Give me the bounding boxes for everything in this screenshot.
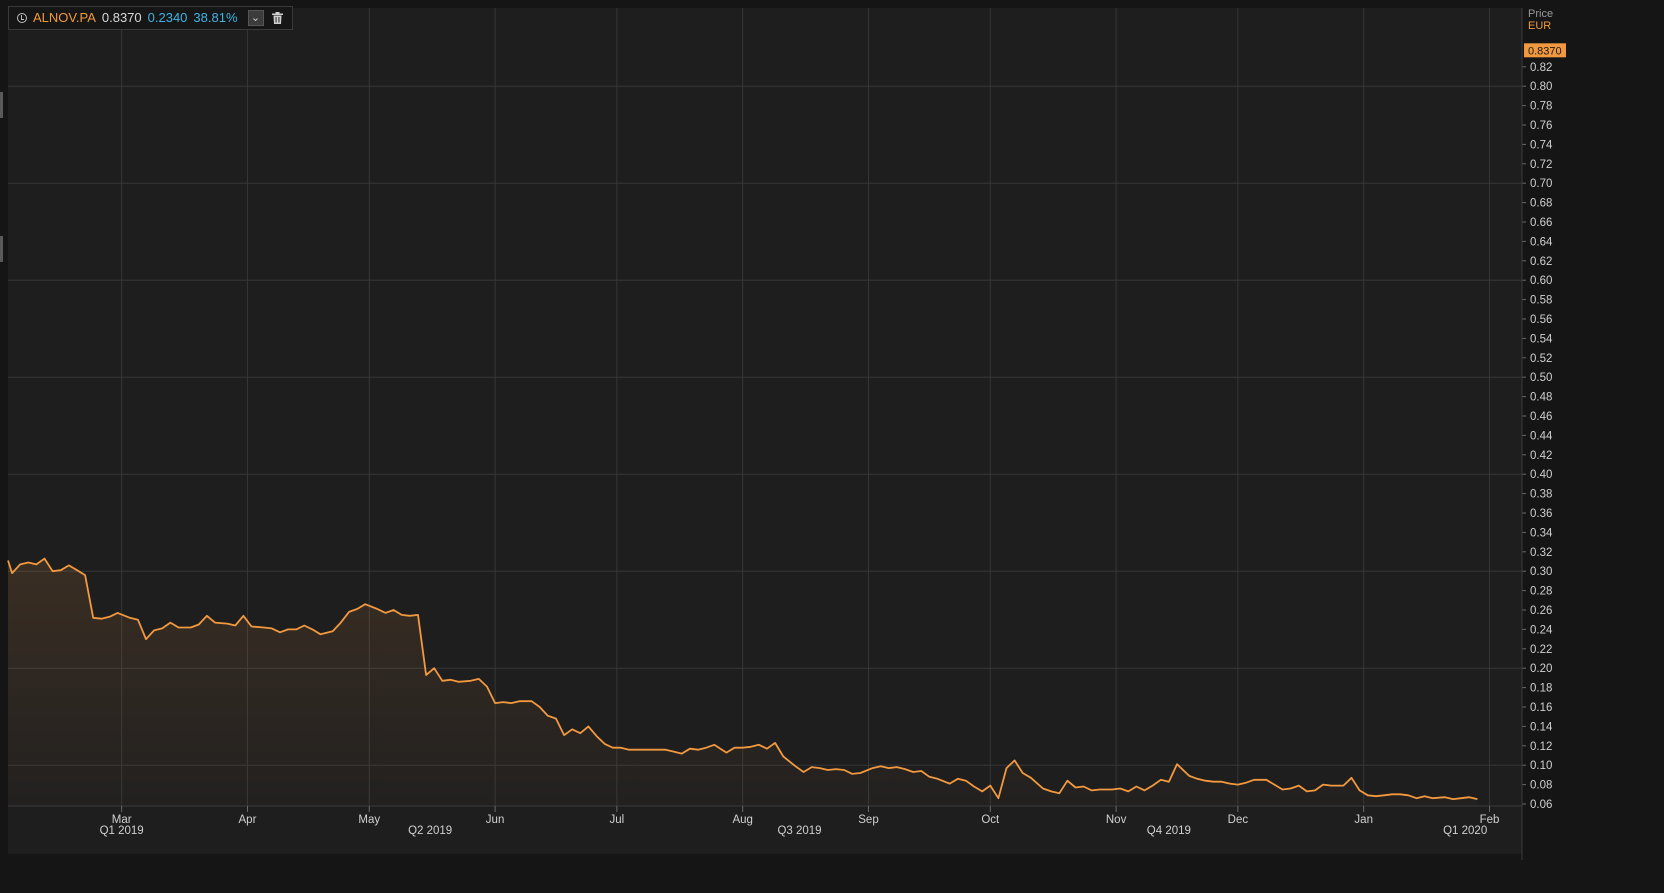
- y-tick-label: 0.24: [1530, 624, 1553, 636]
- y-tick-label: 0.60: [1530, 275, 1552, 287]
- y-tick-label: 0.12: [1530, 741, 1552, 753]
- x-month-label: Aug: [732, 814, 752, 826]
- chevron-down-icon[interactable]: ⌄: [247, 10, 264, 26]
- chart: 0.06 0.08 0.10 0.12 0.14 0.16 0.18 0.20 0.22 0.24…: [0, 0, 1664, 888]
- y-tick-label: 0.18: [1530, 683, 1552, 695]
- y-tick-label: 0.42: [1530, 450, 1552, 462]
- x-month-label: Dec: [1228, 814, 1249, 826]
- y-tick-label: 0.38: [1530, 489, 1552, 501]
- x-quarter-label: Q1 2020: [1443, 825, 1487, 837]
- y-tick-label: 0.34: [1530, 527, 1553, 539]
- y-tick-label: 0.64: [1530, 236, 1553, 248]
- y-tick-label: 0.48: [1530, 392, 1552, 404]
- y-tick-label: 0.14: [1530, 721, 1553, 733]
- y-tick-label: 0.16: [1530, 702, 1552, 714]
- net-change: 0.2340: [147, 10, 188, 25]
- x-month-label: May: [358, 814, 380, 826]
- y-tick-label: 0.06: [1530, 799, 1552, 811]
- y-tick-label: 0.10: [1530, 760, 1552, 772]
- y-tick-label: 0.32: [1530, 547, 1552, 559]
- y-tick-label: 0.82: [1530, 62, 1552, 74]
- x-quarter-label: Q1 2019: [100, 825, 144, 837]
- currency-axis-label: EUR: [1528, 20, 1551, 32]
- last-price: 0.8370: [101, 10, 142, 25]
- y-tick-label: 0.20: [1530, 663, 1552, 675]
- last-price-badge-text: 0.8370: [1528, 45, 1562, 57]
- instrument-ric[interactable]: ALNOV.PA: [33, 7, 96, 29]
- y-tick-label: 0.76: [1530, 120, 1552, 132]
- x-quarter-label: Q2 2019: [408, 825, 452, 837]
- left-scroll-marker[interactable]: [0, 92, 3, 118]
- y-tick-label: 0.36: [1530, 508, 1552, 520]
- y-tick-label: 0.72: [1530, 159, 1552, 171]
- x-month-label: Nov: [1106, 814, 1127, 826]
- y-tick-label: 0.54: [1530, 333, 1553, 345]
- y-tick-label: 0.44: [1530, 430, 1553, 442]
- x-month-label: Jan: [1354, 814, 1373, 826]
- x-month-label: Apr: [239, 814, 257, 826]
- x-quarter-label: Q3 2019: [777, 825, 821, 837]
- y-tick-label: 0.62: [1530, 256, 1552, 268]
- clock-icon[interactable]: [17, 13, 27, 23]
- y-tick-label: 0.78: [1530, 101, 1552, 113]
- y-tick-label: 0.74: [1530, 139, 1553, 151]
- x-month-label: Oct: [981, 814, 1000, 826]
- y-tick-label: 0.70: [1530, 178, 1552, 190]
- y-tick-label: 0.56: [1530, 314, 1552, 326]
- y-tick-label: 0.22: [1530, 644, 1552, 656]
- price-axis-label: Price: [1528, 8, 1553, 20]
- x-month-label: Jun: [486, 814, 505, 826]
- y-tick-label: 0.08: [1530, 780, 1552, 792]
- x-quarter-label: Q4 2019: [1147, 825, 1191, 837]
- x-month-label: Sep: [858, 814, 878, 826]
- instrument-legend: ALNOV.PA 0.8370 0.2340 38.81% ⌄: [8, 6, 293, 30]
- y-tick-label: 0.52: [1530, 353, 1552, 365]
- y-tick-label: 0.30: [1530, 566, 1552, 578]
- chart-svg: 0.06 0.08 0.10 0.12 0.14 0.16 0.18 0.20 0.22 0.24…: [7, 8, 1566, 860]
- y-tick-label: 0.50: [1530, 372, 1552, 384]
- percent-change: 38.81%: [193, 10, 238, 25]
- y-tick-label: 0.46: [1530, 411, 1552, 423]
- left-scroll-marker[interactable]: [0, 236, 3, 262]
- last-price-badge: 0.8370: [1524, 43, 1566, 58]
- y-tick-label: 0.58: [1530, 295, 1552, 307]
- y-tick-label: 0.28: [1530, 586, 1552, 598]
- trash-icon[interactable]: [270, 10, 286, 26]
- y-tick-label: 0.66: [1530, 217, 1552, 229]
- y-tick-label: 0.68: [1530, 198, 1552, 210]
- y-tick-label: 0.40: [1530, 469, 1552, 481]
- y-tick-label: 0.26: [1530, 605, 1552, 617]
- x-month-label: Jul: [609, 814, 624, 826]
- y-tick-label: 0.80: [1530, 81, 1552, 93]
- y-axis[interactable]: 0.06 0.08 0.10 0.12 0.14 0.16 0.18 0.20 0.22 0.24…: [1521, 8, 1553, 860]
